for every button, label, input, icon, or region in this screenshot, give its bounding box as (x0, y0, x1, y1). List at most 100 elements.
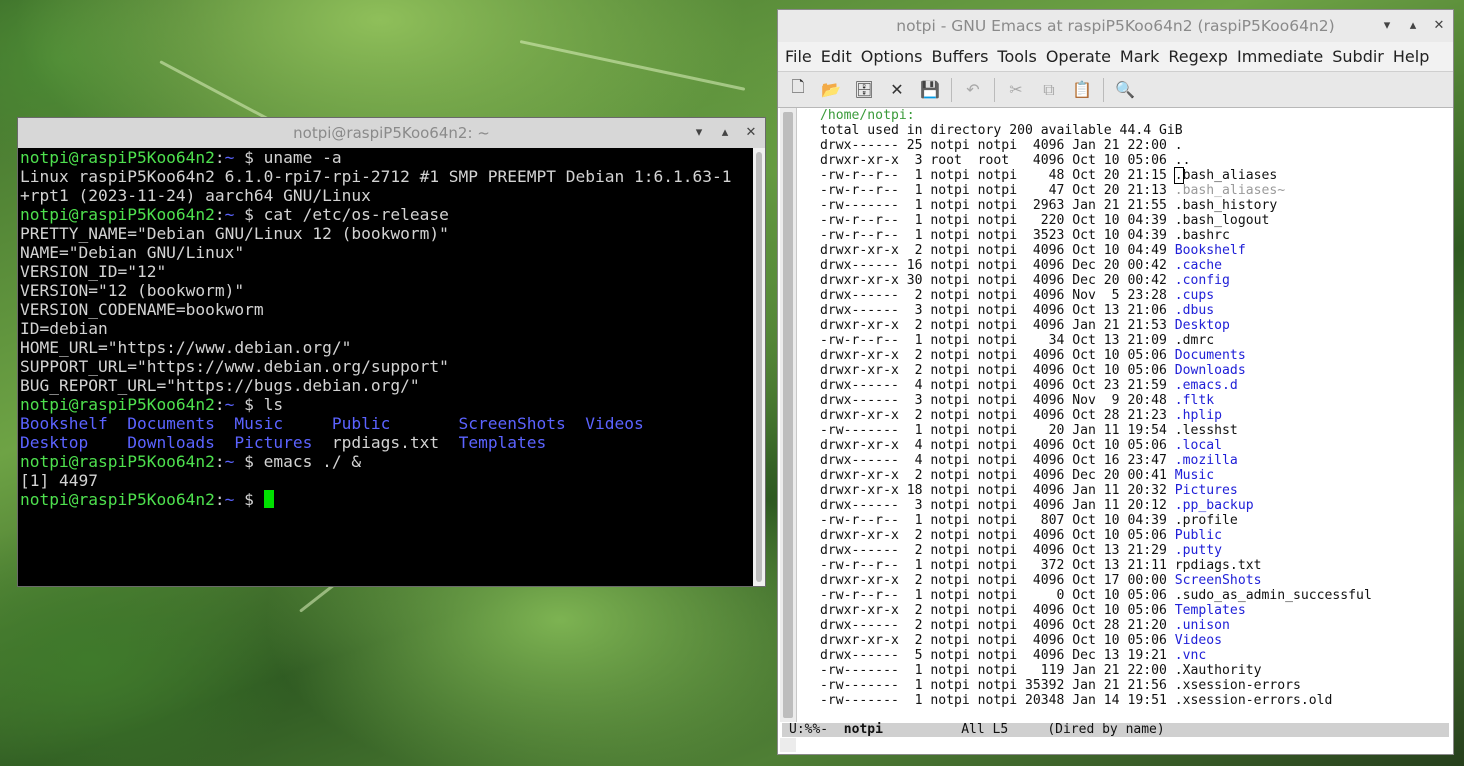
dired-entry-name[interactable]: .dbus (1175, 303, 1214, 318)
maximize-icon[interactable]: ▴ (1405, 10, 1421, 42)
dired-entry-name[interactable]: .pp_backup (1175, 498, 1254, 513)
dired-entry-name[interactable]: .dmrc (1175, 333, 1214, 348)
dired-icon[interactable]: 🗄 (852, 78, 876, 102)
dired-entry[interactable]: drwxr-xr-x 2 notpi notpi 4096 Oct 10 05:… (820, 348, 1445, 363)
menu-immediate[interactable]: Immediate (1237, 47, 1323, 66)
search-icon[interactable]: 🔍 (1113, 78, 1137, 102)
menu-operate[interactable]: Operate (1046, 47, 1111, 66)
dired-entry[interactable]: drwxr-xr-x 2 notpi notpi 4096 Oct 10 05:… (820, 363, 1445, 378)
dired-entry-name[interactable]: .cups (1175, 288, 1214, 303)
dired-entry[interactable]: drwxr-xr-x 3 root root 4096 Oct 10 05:06… (820, 153, 1445, 168)
dired-entry-name[interactable]: .sudo_as_admin_successful (1175, 588, 1372, 603)
menu-buffers[interactable]: Buffers (932, 47, 989, 66)
dired-entry-name[interactable]: .config (1175, 273, 1230, 288)
dired-entry-name[interactable]: .. (1175, 153, 1191, 168)
dired-entry-name[interactable]: Pictures (1175, 483, 1238, 498)
copy-icon[interactable]: ⧉ (1037, 78, 1061, 102)
dired-entry-name[interactable]: . (1175, 138, 1183, 153)
dired-entry-name[interactable]: rpdiags.txt (1175, 558, 1262, 573)
cut-icon[interactable]: ✂ (1004, 78, 1028, 102)
dired-entry-name[interactable]: .putty (1175, 543, 1222, 558)
dired-entry[interactable]: -rw-r--r-- 1 notpi notpi 3523 Oct 10 04:… (820, 228, 1445, 243)
terminal-scrollbar[interactable] (753, 148, 765, 586)
dired-entry[interactable]: drwx------ 3 notpi notpi 4096 Jan 11 20:… (820, 498, 1445, 513)
dired-entry-name[interactable]: Downloads (1175, 363, 1246, 378)
dired-entry-name[interactable]: ScreenShots (1175, 573, 1262, 588)
dired-entry[interactable]: drwxr-xr-x 2 notpi notpi 4096 Oct 10 05:… (820, 633, 1445, 648)
dired-entry-name[interactable]: .hplip (1175, 408, 1222, 423)
dired-entry[interactable]: drwxr-xr-x 2 notpi notpi 4096 Jan 21 21:… (820, 318, 1445, 333)
dired-entry-name[interactable]: .profile (1175, 513, 1238, 528)
menu-file[interactable]: File (785, 47, 812, 66)
dired-entry-name[interactable]: .vnc (1175, 648, 1207, 663)
menu-help[interactable]: Help (1393, 47, 1429, 66)
undo-icon[interactable]: ↶ (961, 78, 985, 102)
dired-entry-name[interactable]: Desktop (1175, 318, 1230, 333)
save-icon[interactable]: 💾 (918, 78, 942, 102)
dired-entry[interactable]: drwx------ 4 notpi notpi 4096 Oct 23 21:… (820, 378, 1445, 393)
dired-entry[interactable]: -rw------- 1 notpi notpi 35392 Jan 21 21… (820, 678, 1445, 693)
paste-icon[interactable]: 📋 (1070, 78, 1094, 102)
dired-entry[interactable]: drwxr-xr-x 2 notpi notpi 4096 Oct 10 05:… (820, 603, 1445, 618)
dired-entry[interactable]: -rw-r--r-- 1 notpi notpi 47 Oct 20 21:13… (820, 183, 1445, 198)
dired-entry-name[interactable]: .local (1175, 438, 1222, 453)
dired-entry[interactable]: drwx------ 5 notpi notpi 4096 Dec 13 19:… (820, 648, 1445, 663)
dired-entry-name[interactable]: .bashrc (1175, 228, 1230, 243)
dired-entry[interactable]: drwxr-xr-x 2 notpi notpi 4096 Oct 17 00:… (820, 573, 1445, 588)
scrollbar-thumb[interactable] (783, 112, 793, 718)
dired-entry-name[interactable]: .bash_aliases~ (1175, 183, 1285, 198)
dired-buffer[interactable]: /home/notpi: total used in directory 200 … (820, 108, 1445, 722)
dired-entry[interactable]: -rw-r--r-- 1 notpi notpi 807 Oct 10 04:3… (820, 513, 1445, 528)
emacs-scrollbar[interactable] (780, 108, 797, 722)
dired-entry[interactable]: drwxr-xr-x 2 notpi notpi 4096 Oct 10 04:… (820, 243, 1445, 258)
terminal-output[interactable]: notpi@raspiP5Koo64n2:~ $ uname -a Linux r… (20, 148, 753, 584)
dired-entry[interactable]: drwx------ 16 notpi notpi 4096 Dec 20 00… (820, 258, 1445, 273)
dired-entry[interactable]: -rw-r--r-- 1 notpi notpi 220 Oct 10 04:3… (820, 213, 1445, 228)
close-buffer-icon[interactable]: ✕ (885, 78, 909, 102)
dired-entry[interactable]: -rw------- 1 notpi notpi 20 Jan 11 19:54… (820, 423, 1445, 438)
maximize-icon[interactable]: ▴ (717, 118, 733, 148)
dired-entry-name[interactable]: .unison (1175, 618, 1230, 633)
dired-entry[interactable]: drwxr-xr-x 2 notpi notpi 4096 Oct 28 21:… (820, 408, 1445, 423)
dired-entry-name[interactable]: .xsession-errors.old (1175, 693, 1333, 708)
dired-entry[interactable]: drwx------ 3 notpi notpi 4096 Nov 9 20:4… (820, 393, 1445, 408)
minibuffer[interactable] (780, 738, 796, 752)
dired-entry[interactable]: -rw------- 1 notpi notpi 20348 Jan 14 19… (820, 693, 1445, 708)
dired-entry-name[interactable]: .bash_aliases (1173, 167, 1277, 184)
minimize-icon[interactable]: ▾ (1379, 10, 1395, 42)
dired-entry[interactable]: -rw------- 1 notpi notpi 2963 Jan 21 21:… (820, 198, 1445, 213)
dired-entry-name[interactable]: .mozilla (1175, 453, 1238, 468)
menu-options[interactable]: Options (861, 47, 923, 66)
close-icon[interactable]: ✕ (1431, 10, 1447, 42)
dired-entry[interactable]: drwx------ 25 notpi notpi 4096 Jan 21 22… (820, 138, 1445, 153)
terminal-window[interactable]: notpi@raspiP5Koo64n2: ~ ▾ ▴ ✕ notpi@rasp… (17, 117, 766, 587)
dired-entry[interactable]: -rw-r--r-- 1 notpi notpi 0 Oct 10 05:06 … (820, 588, 1445, 603)
dired-entry[interactable]: drwx------ 4 notpi notpi 4096 Oct 16 23:… (820, 453, 1445, 468)
emacs-titlebar[interactable]: notpi - GNU Emacs at raspiP5Koo64n2 (ras… (778, 10, 1453, 42)
dired-entry-name[interactable]: .cache (1175, 258, 1222, 273)
menu-mark[interactable]: Mark (1120, 47, 1159, 66)
menu-tools[interactable]: Tools (997, 47, 1036, 66)
dired-entry[interactable]: drwx------ 2 notpi notpi 4096 Oct 28 21:… (820, 618, 1445, 633)
dired-entry[interactable]: drwxr-xr-x 2 notpi notpi 4096 Dec 20 00:… (820, 468, 1445, 483)
dired-entry-name[interactable]: .xsession-errors (1175, 678, 1301, 693)
dired-entry-name[interactable]: .bash_logout (1175, 213, 1270, 228)
dired-entry-name[interactable]: Templates (1175, 603, 1246, 618)
dired-entry-name[interactable]: Public (1175, 528, 1222, 543)
dired-entry-name[interactable]: Documents (1175, 348, 1246, 363)
dired-entry[interactable]: -rw-r--r-- 1 notpi notpi 34 Oct 13 21:09… (820, 333, 1445, 348)
scrollbar-thumb[interactable] (756, 152, 762, 582)
menu-regexp[interactable]: Regexp (1168, 47, 1228, 66)
dired-entry[interactable]: drwxr-xr-x 30 notpi notpi 4096 Dec 20 00… (820, 273, 1445, 288)
dired-entry[interactable]: drwx------ 2 notpi notpi 4096 Nov 5 23:2… (820, 288, 1445, 303)
dired-entry-name[interactable]: Bookshelf (1175, 243, 1246, 258)
dired-entry-name[interactable]: .emacs.d (1175, 378, 1238, 393)
dired-entry-name[interactable]: Videos (1175, 633, 1222, 648)
dired-entry[interactable]: -rw-r--r-- 1 notpi notpi 372 Oct 13 21:1… (820, 558, 1445, 573)
dired-entry[interactable]: drwxr-xr-x 2 notpi notpi 4096 Oct 10 05:… (820, 528, 1445, 543)
dired-entry-name[interactable]: .lesshst (1175, 423, 1238, 438)
dired-entry[interactable]: drwx------ 3 notpi notpi 4096 Oct 13 21:… (820, 303, 1445, 318)
dired-entry[interactable]: -rw-r--r-- 1 notpi notpi 48 Oct 20 21:15… (820, 167, 1445, 184)
dired-entry[interactable]: drwxr-xr-x 18 notpi notpi 4096 Jan 11 20… (820, 483, 1445, 498)
dired-entry-name[interactable]: .Xauthority (1175, 663, 1262, 678)
